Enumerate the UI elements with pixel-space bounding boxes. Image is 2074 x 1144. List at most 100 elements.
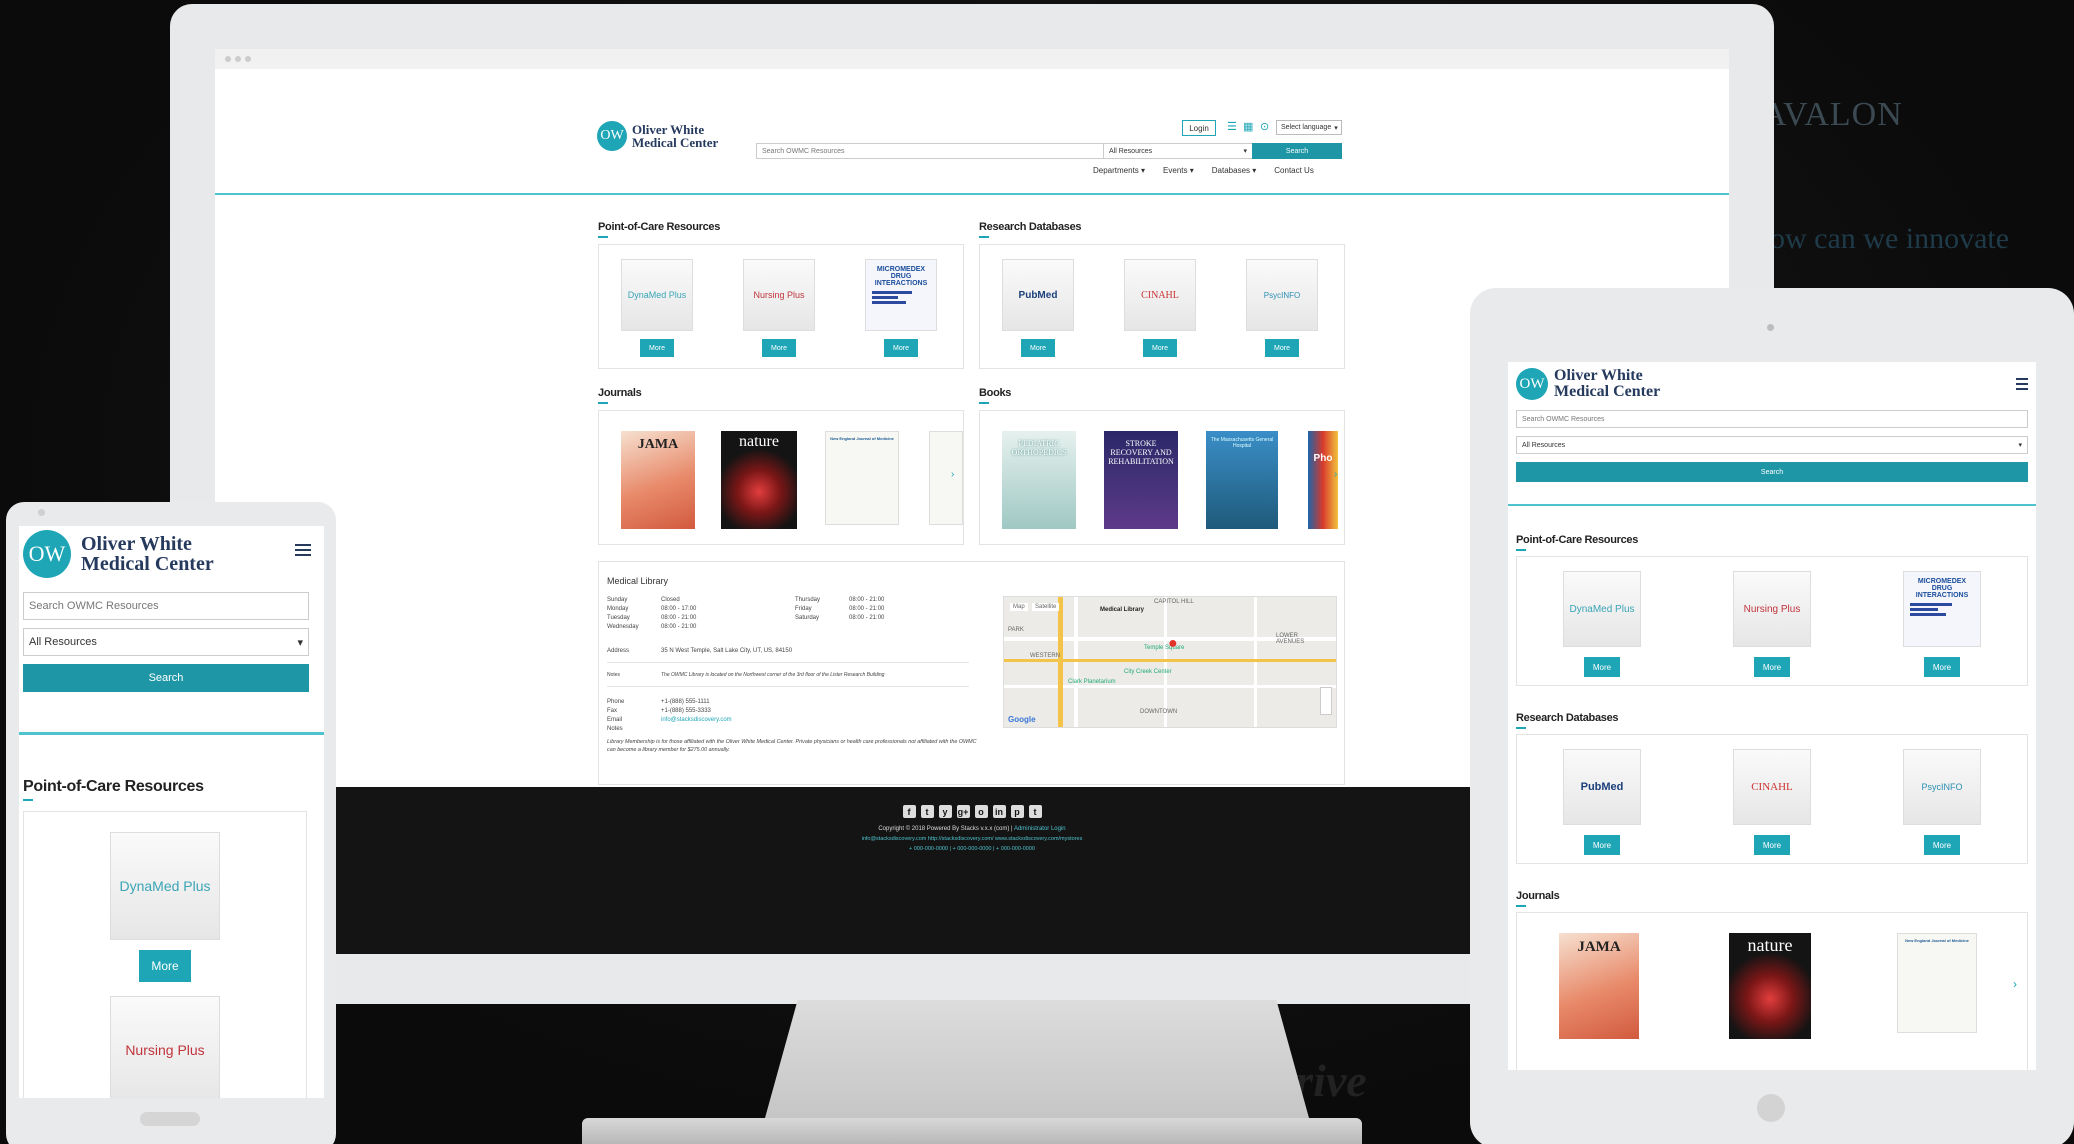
carousel-next-icon[interactable]: › (1334, 469, 1337, 480)
pinterest-icon[interactable]: p (1010, 805, 1024, 818)
site-logo[interactable]: OW Oliver White Medical Center (597, 121, 718, 151)
nav-databases[interactable]: Databases ▾ (1212, 166, 1257, 175)
site-logo[interactable]: OW Oliver White Medical Center (1516, 368, 1660, 400)
micromedex-logo[interactable]: MICROMEDEX DRUG INTERACTIONS (865, 259, 937, 331)
resource-card-dynamed: DynaMed Plus More (621, 259, 693, 357)
journal-cover-jama[interactable]: JAMA (621, 431, 695, 529)
journal-cover-nature[interactable]: nature (1729, 933, 1811, 1039)
psycinfo-logo[interactable]: PsycINFO (1903, 749, 1981, 825)
zoom-control[interactable] (1320, 687, 1332, 715)
more-button[interactable]: More (1584, 835, 1620, 855)
calendar-icon[interactable]: ▦ (1243, 122, 1253, 133)
map-pin-icon[interactable]: ● (1168, 635, 1178, 653)
facebook-icon[interactable]: f (902, 805, 916, 818)
more-button[interactable]: More (1265, 339, 1299, 357)
more-button[interactable]: More (884, 339, 918, 357)
resource-scope-select[interactable]: All Resources ▾ (1103, 143, 1253, 159)
library-hours-right: Thursday 08:00 - 21:00 Friday 08:00 - 21:0… (795, 597, 885, 621)
google-plus-icon[interactable]: g+ (956, 805, 970, 818)
hamburger-menu-icon[interactable] (2016, 378, 2028, 390)
more-button[interactable]: More (1584, 657, 1620, 677)
library-address: Address 35 N West Temple, Salt Lake City,… (607, 648, 793, 654)
more-button[interactable]: More (1754, 835, 1790, 855)
more-button[interactable]: More (1924, 657, 1960, 677)
more-button[interactable]: More (1754, 657, 1790, 677)
carousel-next-icon[interactable]: › (2013, 977, 2017, 991)
journal-cover-nejm[interactable]: New England Journal of Medicine (825, 431, 899, 525)
more-button[interactable]: More (640, 339, 674, 357)
library-hours-left: Sunday Closed Monday 08:00 - 17:00 Tuesday… (607, 597, 697, 630)
monitor-stand (765, 1000, 1309, 1118)
logo-name-line1: Oliver White (81, 533, 192, 555)
help-icon[interactable]: ⊙ (1260, 122, 1269, 133)
linkedin-icon[interactable]: in (992, 805, 1006, 818)
journals-title: Journals (598, 387, 642, 404)
more-button[interactable]: More (139, 950, 191, 982)
map-mode-map[interactable]: Map (1010, 603, 1028, 611)
pubmed-logo[interactable]: PubMed (1563, 749, 1641, 825)
logo-name-line1: Oliver White (1554, 367, 1643, 384)
hamburger-menu-icon[interactable] (295, 544, 311, 556)
search-button[interactable]: Search (1516, 462, 2028, 482)
journal-cover-nejm[interactable]: New England Journal of Medicine (1897, 933, 1977, 1033)
search-button[interactable]: Search (1252, 143, 1342, 159)
instagram-icon[interactable]: o (974, 805, 988, 818)
resource-scope-select[interactable]: All Resources ▾ (23, 628, 309, 656)
youtube-icon[interactable]: y (938, 805, 952, 818)
book-cover-pediatric-orthopedics[interactable]: PEDIATRIC ORTHOPEDICS (1002, 431, 1076, 529)
book-cover-mgh[interactable]: The Massachusetts General Hospital (1206, 431, 1278, 529)
more-button[interactable]: More (1143, 339, 1177, 357)
twitter-icon[interactable]: t (920, 805, 934, 818)
micromedex-logo[interactable]: MICROMEDEX DRUG INTERACTIONS (1903, 571, 1981, 647)
nursing-logo[interactable]: Nursing Plus (110, 996, 220, 1098)
journal-cover-partial[interactable] (929, 431, 963, 525)
nav-departments[interactable]: Departments ▾ (1093, 166, 1145, 175)
admin-login-link[interactable]: Administrator Login (1014, 826, 1066, 832)
tablet-device: OW Oliver White Medical Center Search OW… (1470, 288, 2074, 1144)
cinahl-logo[interactable]: CINAHL (1733, 749, 1811, 825)
resource-scope-select[interactable]: All Resources ▾ (1516, 436, 2028, 454)
map-mode-satellite[interactable]: Satellite (1032, 603, 1060, 611)
book-cover-partial[interactable]: Pho (1308, 431, 1338, 529)
site-logo[interactable]: OW Oliver White Medical Center (23, 530, 214, 578)
search-button[interactable]: Search (23, 664, 309, 692)
language-select[interactable]: Select language ▾ (1276, 120, 1342, 135)
dynamed-logo[interactable]: DynaMed Plus (1563, 571, 1641, 647)
database-icon[interactable]: ☰ (1227, 122, 1237, 133)
carousel-next-icon[interactable]: › (951, 469, 954, 480)
nursing-logo[interactable]: Nursing Plus (743, 259, 815, 331)
map-area-label: PARK (1008, 627, 1024, 633)
more-button[interactable]: More (762, 339, 796, 357)
search-input[interactable]: Search OWMC Resources (23, 592, 309, 620)
journal-cover-nature[interactable]: nature (721, 431, 797, 529)
journal-cover-jama[interactable]: JAMA (1559, 933, 1639, 1039)
dynamed-logo[interactable]: DynaMed Plus (621, 259, 693, 331)
library-map[interactable]: Map Satellite Medical Library CAPITOL HI… (1003, 596, 1337, 728)
search-input[interactable]: Search OWMC Resources (756, 143, 1107, 159)
nursing-logo[interactable]: Nursing Plus (1733, 571, 1811, 647)
phone-screen: OW Oliver White Medical Center Search OW… (19, 526, 324, 1098)
pubmed-logo[interactable]: PubMed (1002, 259, 1074, 331)
psycinfo-logo[interactable]: PsycINFO (1246, 259, 1318, 331)
more-button[interactable]: More (1924, 835, 1960, 855)
more-button[interactable]: More (1021, 339, 1055, 357)
tumblr-icon[interactable]: t (1028, 805, 1042, 818)
library-email-link[interactable]: info@stacksdiscovery.com (661, 717, 732, 723)
map-area-label: DOWNTOWN (1140, 709, 1178, 715)
book-cover-stroke[interactable]: STROKE RECOVERY AND REHABILITATION (1104, 431, 1178, 529)
resource-card-nursing: Nursing Plus (110, 996, 220, 1098)
point-of-care-title: Point-of-Care Resources (598, 221, 721, 238)
dynamed-logo[interactable]: DynaMed Plus (110, 832, 220, 940)
nav-contact-us[interactable]: Contact Us (1274, 166, 1314, 175)
search-input[interactable]: Search OWMC Resources (1516, 410, 2028, 428)
login-button[interactable]: Login (1182, 120, 1216, 136)
resource-card-nursing: Nursing Plus More (743, 259, 815, 357)
chevron-down-icon: ▾ (1243, 148, 1247, 155)
journals-carousel: JAMA nature New England Journal of Medic… (1516, 912, 2028, 1070)
nav-events[interactable]: Events ▾ (1163, 166, 1194, 175)
point-of-care-panel: DynaMed Plus More Nursing Plus (23, 811, 307, 1098)
cinahl-logo[interactable]: CINAHL (1124, 259, 1196, 331)
logo-mark: OW (23, 530, 71, 578)
chevron-down-icon: ▾ (297, 636, 303, 649)
header-divider (1508, 504, 2036, 506)
